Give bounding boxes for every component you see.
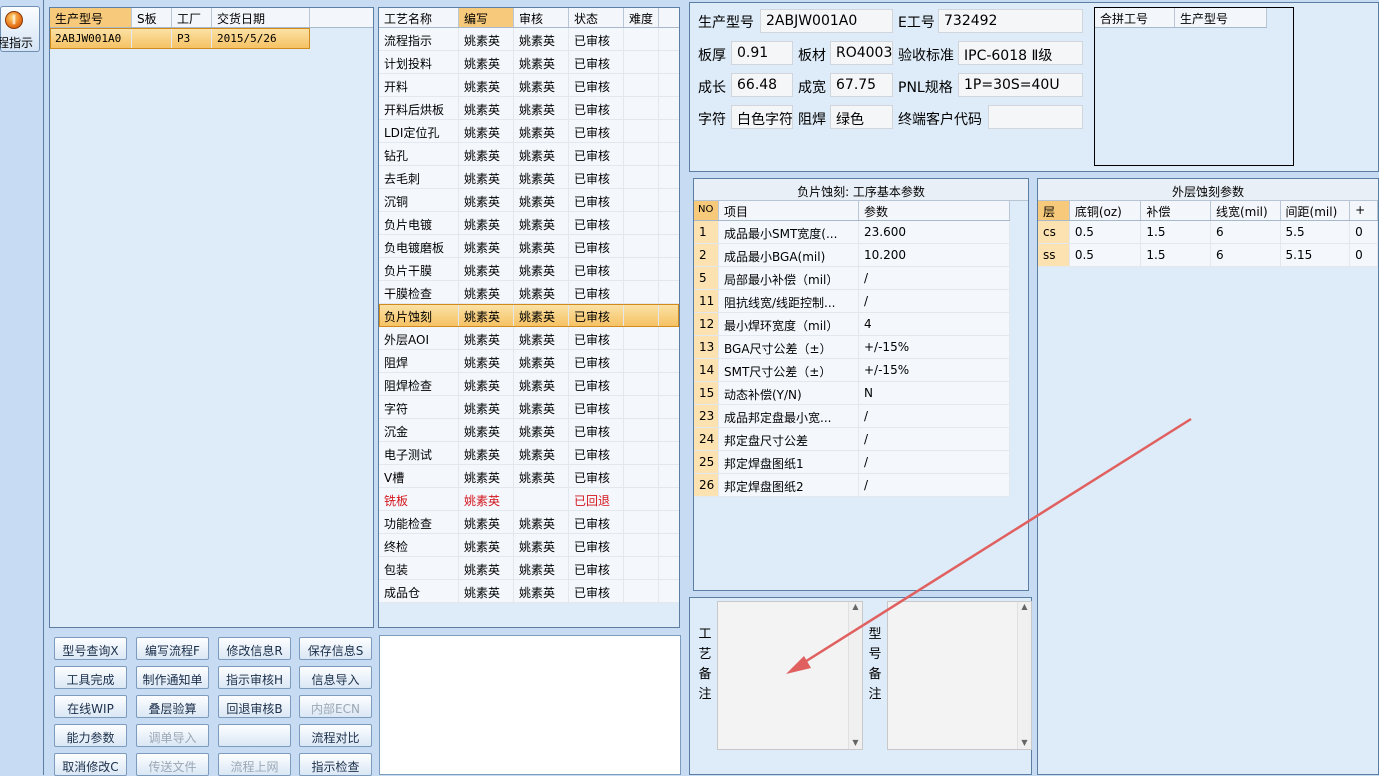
- annotation-arrowhead: [786, 656, 811, 674]
- annotation-arrow-line: [791, 417, 1192, 672]
- annotation-arrow: [786, 417, 1192, 674]
